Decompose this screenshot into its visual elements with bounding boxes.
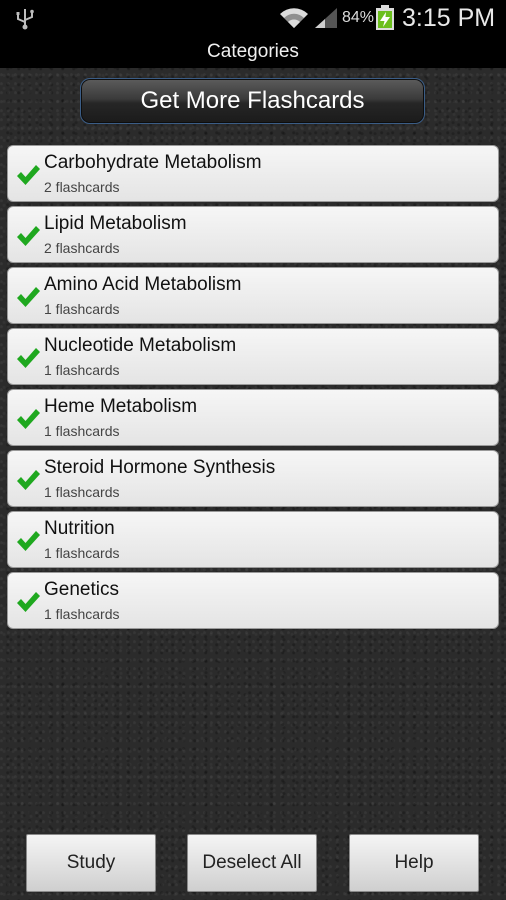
usb-icon: [16, 9, 34, 30]
clock: 3:15 PM: [402, 4, 496, 32]
category-count: 2 flashcards: [44, 240, 120, 256]
checkmark-icon: [17, 165, 40, 185]
category-name: Heme Metabolism: [44, 396, 198, 417]
category-count: 1 flashcards: [44, 484, 120, 500]
wifi-icon: [280, 8, 308, 28]
category-item[interactable]: Heme Metabolism 1 flashcards: [7, 389, 499, 446]
checkmark-icon: [17, 470, 40, 490]
category-name: Steroid Hormone Synthesis: [44, 457, 276, 478]
battery-charging-icon: [376, 5, 394, 30]
status-bar: 84% 3:15 PM: [0, 0, 506, 36]
category-item[interactable]: Genetics 1 flashcards: [7, 572, 499, 629]
category-name: Lipid Metabolism: [44, 213, 187, 234]
page-title: Categories: [0, 36, 506, 68]
get-more-flashcards-button[interactable]: Get More Flashcards: [80, 78, 425, 124]
category-item[interactable]: Carbohydrate Metabolism 2 flashcards: [7, 145, 499, 202]
category-count: 1 flashcards: [44, 301, 120, 317]
category-list: Carbohydrate Metabolism 2 flashcards Lip…: [7, 145, 499, 633]
checkmark-icon: [17, 531, 40, 551]
category-item[interactable]: Nucleotide Metabolism 1 flashcards: [7, 328, 499, 385]
category-count: 1 flashcards: [44, 606, 120, 622]
category-item[interactable]: Steroid Hormone Synthesis 1 flashcards: [7, 450, 499, 507]
deselect-all-button[interactable]: Deselect All: [187, 834, 317, 892]
checkmark-icon: [17, 226, 40, 246]
category-item[interactable]: Nutrition 1 flashcards: [7, 511, 499, 568]
category-name: Nucleotide Metabolism: [44, 335, 237, 356]
signal-icon: [315, 8, 337, 28]
study-button[interactable]: Study: [26, 834, 156, 892]
category-count: 1 flashcards: [44, 423, 120, 439]
battery-percent: 84%: [342, 9, 375, 26]
category-name: Amino Acid Metabolism: [44, 274, 242, 295]
category-name: Genetics: [44, 579, 119, 600]
checkmark-icon: [17, 409, 40, 429]
category-name: Carbohydrate Metabolism: [44, 152, 262, 173]
checkmark-icon: [17, 592, 40, 612]
category-item[interactable]: Amino Acid Metabolism 1 flashcards: [7, 267, 499, 324]
category-count: 1 flashcards: [44, 362, 120, 378]
category-count: 1 flashcards: [44, 545, 120, 561]
help-button[interactable]: Help: [349, 834, 479, 892]
category-name: Nutrition: [44, 518, 115, 539]
category-item[interactable]: Lipid Metabolism 2 flashcards: [7, 206, 499, 263]
checkmark-icon: [17, 348, 40, 368]
category-count: 2 flashcards: [44, 179, 120, 195]
checkmark-icon: [17, 287, 40, 307]
